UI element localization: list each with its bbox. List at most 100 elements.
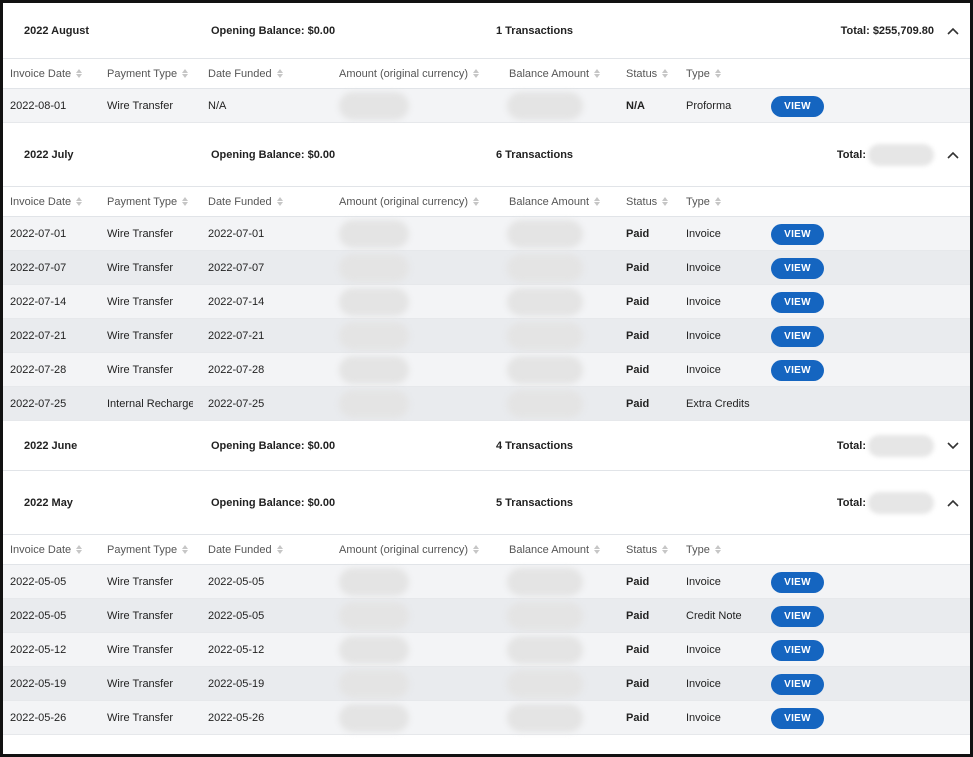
- sort-icon[interactable]: [662, 197, 669, 206]
- table-row: 2022-07-07 Wire Transfer 2022-07-07 Paid Inv…: [3, 251, 970, 285]
- balance-redacted: [507, 636, 583, 664]
- sort-icon[interactable]: [276, 545, 283, 554]
- col-date-funded-cell: 2022-05-26: [208, 711, 265, 724]
- sort-icon[interactable]: [714, 69, 721, 78]
- view-button[interactable]: VIEW: [771, 640, 824, 661]
- col-balance-amount-header[interactable]: Balance Amount: [509, 59, 601, 88]
- col-amount-header[interactable]: Amount (original currency): [339, 535, 479, 564]
- col-invoice-date-label: Invoice Date: [10, 543, 72, 556]
- group-title: 2022 June: [24, 439, 78, 452]
- table-row: 2022-07-21 Wire Transfer 2022-07-21 Paid Inv…: [3, 319, 970, 353]
- view-button[interactable]: VIEW: [771, 258, 824, 279]
- col-type-label: Type: [686, 67, 710, 80]
- sort-icon[interactable]: [473, 545, 479, 554]
- col-type-header[interactable]: Type: [686, 535, 721, 564]
- col-date-funded-header[interactable]: Date Funded: [208, 59, 283, 88]
- group-header[interactable]: 2022 August Opening Balance: $0.00 1 Trans…: [3, 3, 970, 59]
- col-payment-type-cell: Wire Transfer: [107, 99, 174, 112]
- group-total-label: Total:: [836, 496, 866, 509]
- sort-icon[interactable]: [182, 545, 189, 554]
- chevron-up-icon[interactable]: [944, 471, 962, 534]
- col-invoice-date-cell: 2022-07-14: [10, 295, 67, 308]
- col-status-label: Status: [626, 543, 658, 556]
- col-invoice-date-header[interactable]: Invoice Date: [10, 187, 83, 216]
- col-type-header[interactable]: Type: [686, 59, 721, 88]
- group-title: 2022 August: [24, 24, 90, 37]
- col-date-funded-header[interactable]: Date Funded: [208, 535, 283, 564]
- type-cell: Proforma: [686, 99, 732, 112]
- status-cell: Paid: [626, 609, 650, 622]
- sort-icon[interactable]: [76, 69, 83, 78]
- col-invoice-date-cell: 2022-07-25: [10, 397, 67, 410]
- sort-icon[interactable]: [276, 69, 283, 78]
- col-date-funded-header[interactable]: Date Funded: [208, 187, 283, 216]
- sort-icon[interactable]: [473, 69, 479, 78]
- col-invoice-date-cell: 2022-07-28: [10, 363, 67, 376]
- sort-icon[interactable]: [662, 545, 669, 554]
- sort-icon[interactable]: [594, 197, 601, 206]
- transactions-panel: 2022 August Opening Balance: $0.00 1 Trans…: [0, 0, 973, 757]
- col-amount-header[interactable]: Amount (original currency): [339, 187, 479, 216]
- sort-icon[interactable]: [182, 69, 189, 78]
- col-amount-header[interactable]: Amount (original currency): [339, 59, 479, 88]
- sort-icon[interactable]: [276, 197, 283, 206]
- view-button[interactable]: VIEW: [771, 708, 824, 729]
- col-status-header[interactable]: Status: [626, 535, 669, 564]
- view-button[interactable]: VIEW: [771, 572, 824, 593]
- view-button[interactable]: VIEW: [771, 674, 824, 695]
- type-cell: Extra Credits: [686, 397, 750, 410]
- col-invoice-date-header[interactable]: Invoice Date: [10, 59, 83, 88]
- col-status-header[interactable]: Status: [626, 59, 669, 88]
- col-date-funded-cell: 2022-05-19: [208, 677, 265, 690]
- col-payment-type-header[interactable]: Payment Type: [107, 535, 189, 564]
- chevron-down-icon[interactable]: [944, 421, 962, 470]
- opening-balance: Opening Balance: $0.00: [211, 439, 336, 452]
- amount-redacted: [339, 92, 409, 120]
- view-button[interactable]: VIEW: [771, 360, 824, 381]
- view-button[interactable]: VIEW: [771, 96, 824, 117]
- col-payment-type-cell: Wire Transfer: [107, 677, 174, 690]
- opening-balance: Opening Balance: $0.00: [211, 24, 336, 37]
- opening-balance: Opening Balance: $0.00: [211, 496, 336, 509]
- group-header[interactable]: 2022 June Opening Balance: $0.00 4 Transac…: [3, 421, 970, 471]
- amount-redacted: [339, 568, 409, 596]
- type-cell: Credit Note: [686, 609, 742, 622]
- chevron-up-icon[interactable]: [944, 3, 962, 58]
- transaction-count: 6 Transactions: [496, 148, 574, 161]
- month-group-2: 2022 June Opening Balance: $0.00 4 Transac…: [3, 421, 970, 471]
- amount-redacted: [339, 704, 409, 732]
- col-balance-amount-header[interactable]: Balance Amount: [509, 535, 601, 564]
- group-header[interactable]: 2022 July Opening Balance: $0.00 6 Transac…: [3, 123, 970, 187]
- type-cell: Invoice: [686, 261, 721, 274]
- col-payment-type-header[interactable]: Payment Type: [107, 59, 189, 88]
- sort-icon[interactable]: [473, 197, 479, 206]
- sort-icon[interactable]: [76, 197, 83, 206]
- col-balance-amount-label: Balance Amount: [509, 543, 590, 556]
- chevron-up-icon[interactable]: [944, 123, 962, 186]
- col-balance-amount-header[interactable]: Balance Amount: [509, 187, 601, 216]
- column-header-row: Invoice Date Payment Type Date Funded Amoun…: [3, 535, 970, 565]
- col-date-funded-cell: 2022-07-01: [208, 227, 265, 240]
- view-button[interactable]: VIEW: [771, 292, 824, 313]
- balance-redacted: [507, 322, 583, 350]
- view-button[interactable]: VIEW: [771, 606, 824, 627]
- view-button[interactable]: VIEW: [771, 326, 824, 347]
- sort-icon[interactable]: [182, 197, 189, 206]
- col-date-funded-cell: 2022-07-07: [208, 261, 265, 274]
- col-invoice-date-header[interactable]: Invoice Date: [10, 535, 83, 564]
- total-redacted: [868, 434, 934, 457]
- sort-icon[interactable]: [76, 545, 83, 554]
- table-row: 2022-07-01 Wire Transfer 2022-07-01 Paid Inv…: [3, 217, 970, 251]
- col-type-header[interactable]: Type: [686, 187, 721, 216]
- col-balance-amount-label: Balance Amount: [509, 67, 590, 80]
- balance-redacted: [507, 288, 583, 316]
- sort-icon[interactable]: [714, 545, 721, 554]
- col-payment-type-header[interactable]: Payment Type: [107, 187, 189, 216]
- group-header[interactable]: 2022 May Opening Balance: $0.00 5 Transact…: [3, 471, 970, 535]
- view-button[interactable]: VIEW: [771, 224, 824, 245]
- sort-icon[interactable]: [594, 545, 601, 554]
- col-status-header[interactable]: Status: [626, 187, 669, 216]
- sort-icon[interactable]: [662, 69, 669, 78]
- sort-icon[interactable]: [594, 69, 601, 78]
- sort-icon[interactable]: [714, 197, 721, 206]
